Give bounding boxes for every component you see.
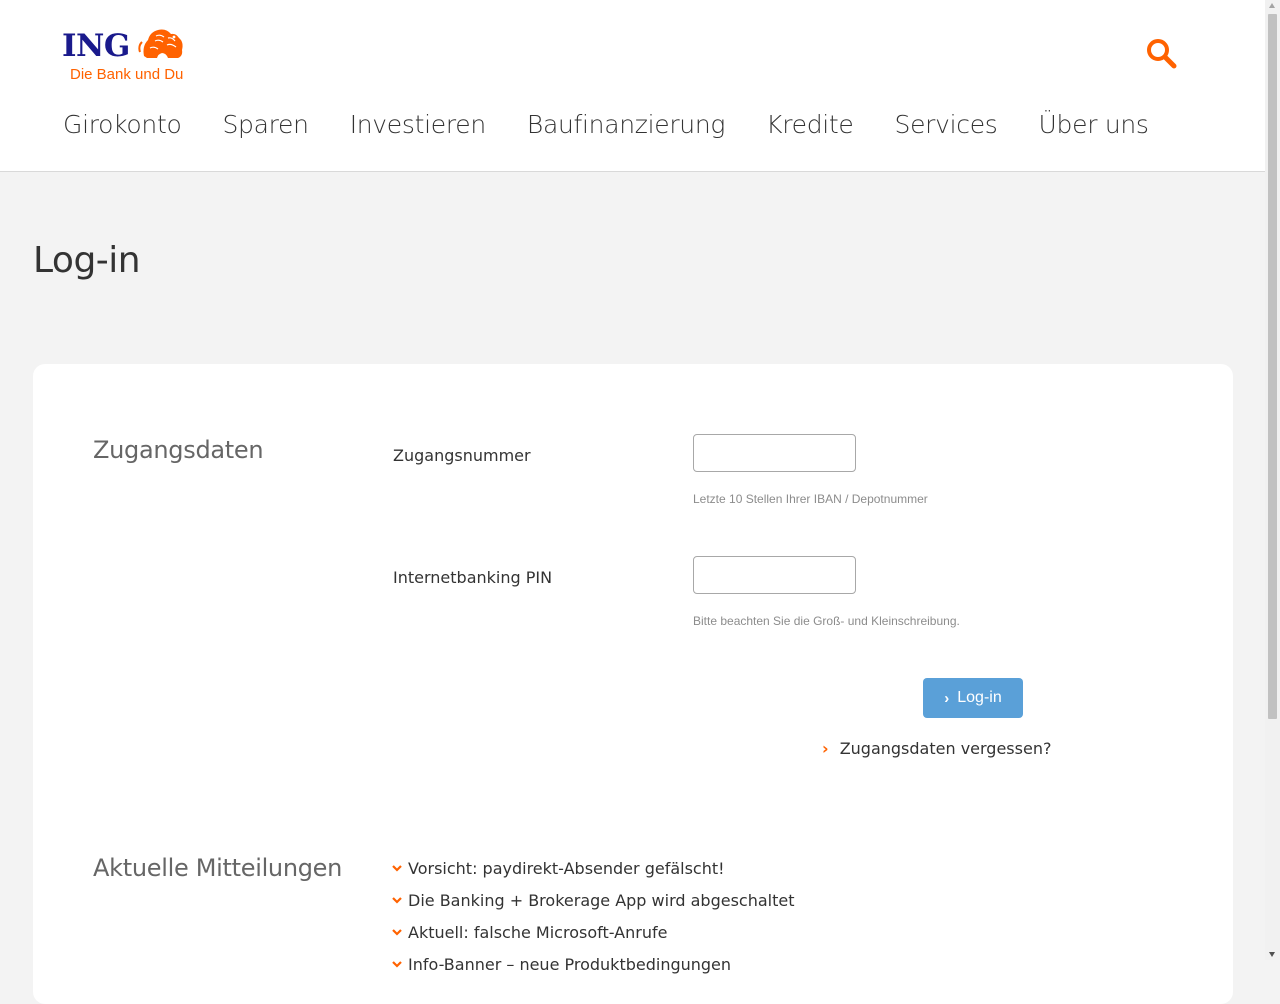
login-button-label: Log-in [957, 689, 1002, 706]
logo-wordmark: ING [62, 28, 130, 64]
vertical-scrollbar[interactable] [1265, 0, 1280, 960]
site-header: ING Die Bank und Du Girokonto Sparen Inv… [0, 0, 1265, 172]
access-number-input[interactable] [693, 434, 856, 472]
nav-item-girokonto[interactable]: Girokonto [63, 110, 182, 146]
news-section-title: Aktuelle Mitteilungen [93, 854, 343, 882]
credentials-section-title: Zugangsdaten [93, 436, 264, 464]
nav-item-sparen[interactable]: Sparen [222, 110, 309, 146]
chevron-down-icon [392, 897, 402, 904]
news-item[interactable]: Vorsicht: paydirekt-Absender gefälscht! [391, 852, 795, 884]
access-number-label: Zugangsnummer [393, 446, 531, 465]
news-item[interactable]: Info-Banner – neue Produktbedingungen [391, 948, 795, 980]
login-card: Zugangsdaten Zugangsnummer Letzte 10 Ste… [33, 364, 1233, 1004]
main-navigation: Girokonto Sparen Investieren Baufinanzie… [63, 110, 1190, 146]
page-title: Log-in [33, 240, 141, 281]
forgot-credentials-label: Zugangsdaten vergessen? [839, 739, 1052, 758]
login-button[interactable]: › Log-in [923, 678, 1023, 718]
nav-item-ueber-uns[interactable]: Über uns [1039, 110, 1149, 146]
news-item[interactable]: Aktuell: falsche Microsoft-Anrufe [391, 916, 795, 948]
chevron-right-icon: › [822, 739, 829, 758]
lion-icon [138, 29, 183, 58]
chevron-down-icon [392, 865, 402, 872]
chevron-down-icon [392, 929, 402, 936]
pin-hint: Bitte beachten Sie die Groß- und Kleinsc… [693, 614, 960, 628]
pin-input[interactable] [693, 556, 856, 594]
scroll-down-arrow-icon[interactable] [1269, 952, 1275, 957]
news-item-label: Vorsicht: paydirekt-Absender gefälscht! [408, 858, 725, 878]
search-button[interactable] [1144, 36, 1178, 70]
nav-item-services[interactable]: Services [895, 110, 998, 146]
forgot-credentials-link[interactable]: › Zugangsdaten vergessen? [822, 739, 1051, 758]
news-item-label: Aktuell: falsche Microsoft-Anrufe [408, 922, 668, 942]
nav-item-kredite[interactable]: Kredite [766, 110, 854, 146]
chevron-right-icon: › [944, 689, 950, 707]
pin-label: Internetbanking PIN [393, 568, 553, 587]
chevron-down-icon [392, 961, 402, 968]
scrollbar-thumb[interactable] [1268, 14, 1277, 719]
nav-item-baufinanzierung[interactable]: Baufinanzierung [527, 110, 726, 146]
news-item-label: Info-Banner – neue Produktbedingungen [408, 954, 732, 974]
ing-logo[interactable]: ING Die Bank und Du [62, 26, 192, 86]
news-item-label: Die Banking + Brokerage App wird abgesch… [408, 890, 795, 910]
scroll-up-arrow-icon[interactable] [1269, 3, 1275, 8]
news-list: Vorsicht: paydirekt-Absender gefälscht! … [391, 852, 795, 980]
search-icon [1147, 39, 1177, 69]
news-item[interactable]: Die Banking + Brokerage App wird abgesch… [391, 884, 795, 916]
logo-tagline: Die Bank und Du [70, 66, 184, 83]
access-number-hint: Letzte 10 Stellen Ihrer IBAN / Depotnumm… [693, 492, 928, 506]
nav-item-investieren[interactable]: Investieren [350, 110, 487, 146]
